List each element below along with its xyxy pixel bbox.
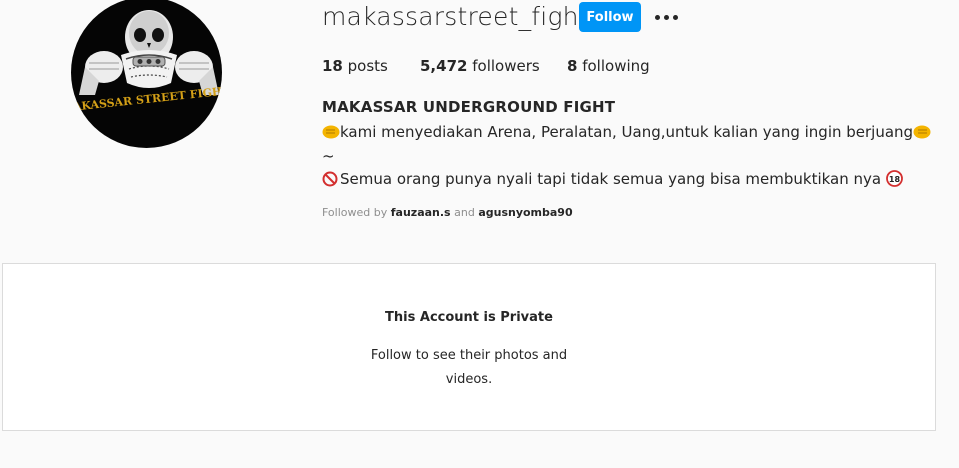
bio-line-1: kami menyediakan Arena, Peralatan, Uang,…	[322, 123, 931, 141]
followed-by-user-2[interactable]: agusnyomba90	[478, 206, 572, 219]
bio-line-1-text: kami menyediakan Arena, Peralatan, Uang,…	[340, 123, 914, 141]
fist-icon	[322, 125, 340, 139]
more-options-button[interactable]	[652, 8, 680, 26]
followers-label: followers	[472, 57, 540, 75]
posts-label: posts	[347, 57, 388, 75]
profile-full-name: MAKASSAR UNDERGROUND FIGHT	[322, 98, 616, 116]
bio-line-3-text: Semua orang punya nyali tapi tidak semua…	[340, 170, 882, 188]
followers-count: 5,472	[420, 57, 468, 75]
following-count: 8	[567, 57, 578, 75]
posts-count: 18	[322, 57, 343, 75]
eighteen-plus-icon: 18	[885, 170, 903, 187]
bio-line-2: ~	[322, 147, 335, 165]
followed-by-user-1[interactable]: fauzaan.s	[391, 206, 451, 219]
followed-by: Followed by fauzaan.s and agusnyomba90	[322, 206, 573, 219]
following-stat[interactable]: 8 following	[567, 57, 650, 75]
private-account-notice: This Account is Private Follow to see th…	[2, 263, 936, 431]
profile-username: makassarstreet_fight	[322, 2, 589, 31]
ellipsis-icon	[672, 14, 678, 20]
followed-by-prefix: Followed by	[322, 206, 388, 219]
svg-text:18: 18	[889, 175, 901, 184]
follow-button[interactable]: Follow	[579, 2, 641, 32]
followers-stat[interactable]: 5,472 followers	[420, 57, 540, 75]
bio-line-3: Semua orang punya nyali tapi tidak semua…	[322, 170, 903, 188]
following-label: following	[582, 57, 650, 75]
ellipsis-icon	[654, 14, 660, 20]
private-title: This Account is Private	[385, 310, 553, 325]
private-message: Follow to see their photos and videos.	[370, 348, 568, 387]
profile-page: MAKASSAR STREET FIGHT makassarstreet_fig…	[0, 0, 959, 468]
skull-logo-icon: MAKASSAR STREET FIGHT	[71, 10, 222, 115]
profile-avatar[interactable]: MAKASSAR STREET FIGHT	[71, 0, 222, 148]
no-entry-icon	[322, 171, 338, 187]
ellipsis-icon	[663, 14, 669, 20]
posts-stat: 18 posts	[322, 57, 388, 75]
followed-by-conjunction: and	[454, 206, 475, 219]
fist-icon	[913, 125, 931, 139]
